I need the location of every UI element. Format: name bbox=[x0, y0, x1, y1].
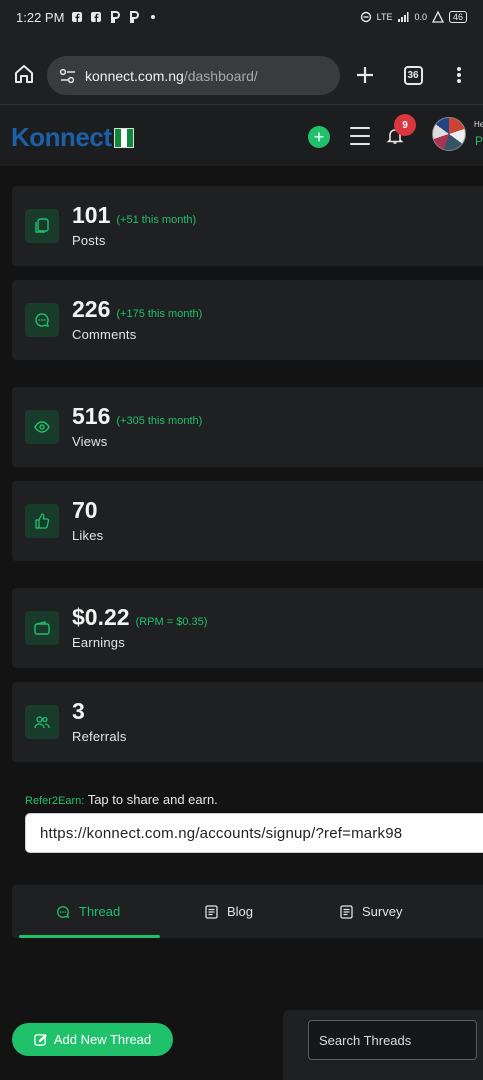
edit-icon bbox=[34, 1034, 47, 1046]
stat-value: 3 bbox=[72, 698, 85, 724]
wallet-icon bbox=[25, 611, 59, 645]
add-thread-label: Add New Thread bbox=[53, 1032, 152, 1047]
stat-delta: (+175 this month) bbox=[116, 308, 203, 320]
network-label: LTE bbox=[376, 12, 393, 22]
comment-icon bbox=[57, 905, 70, 918]
create-post-button[interactable]: + bbox=[308, 126, 330, 148]
facebook-icon bbox=[91, 12, 102, 22]
referral-prompt[interactable]: Refer2Earn: Tap to share and earn. bbox=[25, 792, 218, 807]
url-host: konnect.com.ng bbox=[85, 67, 184, 84]
plus-icon bbox=[357, 67, 373, 83]
site-header: Konnect + bbox=[0, 104, 483, 166]
browser-menu-button[interactable] bbox=[443, 59, 475, 91]
document-icon bbox=[205, 904, 218, 919]
stat-label: Views bbox=[72, 434, 108, 449]
tab-switcher-button[interactable]: 36 bbox=[397, 59, 429, 91]
signal-icon bbox=[398, 12, 409, 22]
tab-count: 36 bbox=[403, 65, 423, 85]
stat-value: 101 bbox=[72, 202, 111, 228]
stat-card-earnings: $0.22 (RPM = $0.35) Earnings bbox=[12, 588, 483, 668]
status-time: 1:22 PM bbox=[16, 9, 65, 25]
referral-tag: Refer2Earn: bbox=[25, 795, 85, 807]
search-threads-input[interactable]: Search Threads bbox=[308, 1020, 477, 1060]
tab-blog[interactable]: Blog bbox=[205, 885, 253, 938]
greeting-text: He bbox=[474, 120, 483, 129]
stat-card-likes: 70 Likes bbox=[12, 481, 483, 561]
home-button[interactable] bbox=[8, 58, 40, 90]
stat-card-comments: 226 (+175 this month) Comments bbox=[12, 280, 483, 360]
stat-label: Earnings bbox=[72, 635, 125, 650]
avatar[interactable] bbox=[432, 117, 466, 151]
site-logo[interactable]: Konnect bbox=[11, 122, 134, 153]
stat-label: Comments bbox=[72, 327, 137, 342]
stat-delta: (+305 this month) bbox=[116, 415, 203, 427]
stat-label: Referrals bbox=[72, 729, 127, 744]
document-icon bbox=[340, 904, 353, 919]
notification-badge: 9 bbox=[394, 114, 416, 136]
stat-delta: (+51 this month) bbox=[116, 214, 197, 226]
nigeria-flag-icon bbox=[113, 127, 134, 148]
comment-icon bbox=[25, 303, 59, 337]
logo-text: Konnect bbox=[11, 122, 112, 152]
battery-indicator: 46 bbox=[448, 11, 467, 23]
stat-value: 226 bbox=[72, 296, 111, 322]
stat-value: $0.22 bbox=[72, 604, 130, 630]
search-panel: Search Threads bbox=[283, 1010, 483, 1080]
stat-value: 516 bbox=[72, 403, 111, 429]
site-settings-icon[interactable] bbox=[59, 68, 77, 84]
data-speed: 0.0 bbox=[414, 12, 427, 22]
dot-icon bbox=[151, 15, 156, 19]
browser-toolbar: konnect.com.ng/dashboard/ 36 bbox=[0, 34, 483, 104]
tab-survey[interactable]: Survey bbox=[340, 885, 402, 938]
tab-label: Thread bbox=[79, 904, 121, 919]
alert-icon bbox=[431, 11, 444, 23]
new-tab-button[interactable] bbox=[349, 59, 381, 91]
status-bar: 1:22 PM LTE 0.0 46 bbox=[0, 0, 483, 34]
referral-text: Tap to share and earn. bbox=[87, 792, 218, 807]
add-new-thread-button[interactable]: Add New Thread bbox=[12, 1023, 173, 1056]
user-name: P bbox=[475, 134, 483, 148]
stat-value: 70 bbox=[72, 497, 98, 523]
stat-card-views: 516 (+305 this month) Views bbox=[12, 387, 483, 467]
plus-icon: + bbox=[313, 127, 325, 147]
content-tabs: Thread Blog Survey bbox=[12, 885, 483, 938]
stat-card-posts: 101 (+51 this month) Posts bbox=[12, 186, 483, 266]
url-path: /dashboard/ bbox=[183, 67, 258, 84]
pinterest-icon bbox=[130, 11, 140, 23]
tab-label: Survey bbox=[362, 904, 403, 919]
active-tab-indicator bbox=[19, 935, 160, 938]
posts-icon bbox=[25, 209, 59, 243]
tab-label: Blog bbox=[227, 904, 254, 919]
tab-thread[interactable]: Thread bbox=[56, 885, 120, 938]
referral-link-field[interactable]: https://konnect.com.ng/accounts/signup/?… bbox=[25, 813, 483, 853]
stat-delta: (RPM = $0.35) bbox=[135, 616, 208, 628]
hamburger-menu-icon[interactable] bbox=[350, 127, 370, 145]
home-icon bbox=[15, 65, 33, 83]
users-icon bbox=[25, 705, 59, 739]
address-bar[interactable]: konnect.com.ng/dashboard/ bbox=[47, 56, 340, 95]
facebook-icon bbox=[72, 12, 83, 22]
stat-label: Posts bbox=[72, 233, 106, 248]
more-vert-icon bbox=[457, 67, 461, 83]
dnd-icon bbox=[360, 11, 371, 23]
stat-label: Likes bbox=[72, 528, 104, 543]
stat-card-referrals: 3 Referrals bbox=[12, 682, 483, 762]
thumbs-up-icon bbox=[25, 504, 59, 538]
pinterest-icon bbox=[111, 11, 121, 23]
eye-icon bbox=[25, 410, 59, 444]
